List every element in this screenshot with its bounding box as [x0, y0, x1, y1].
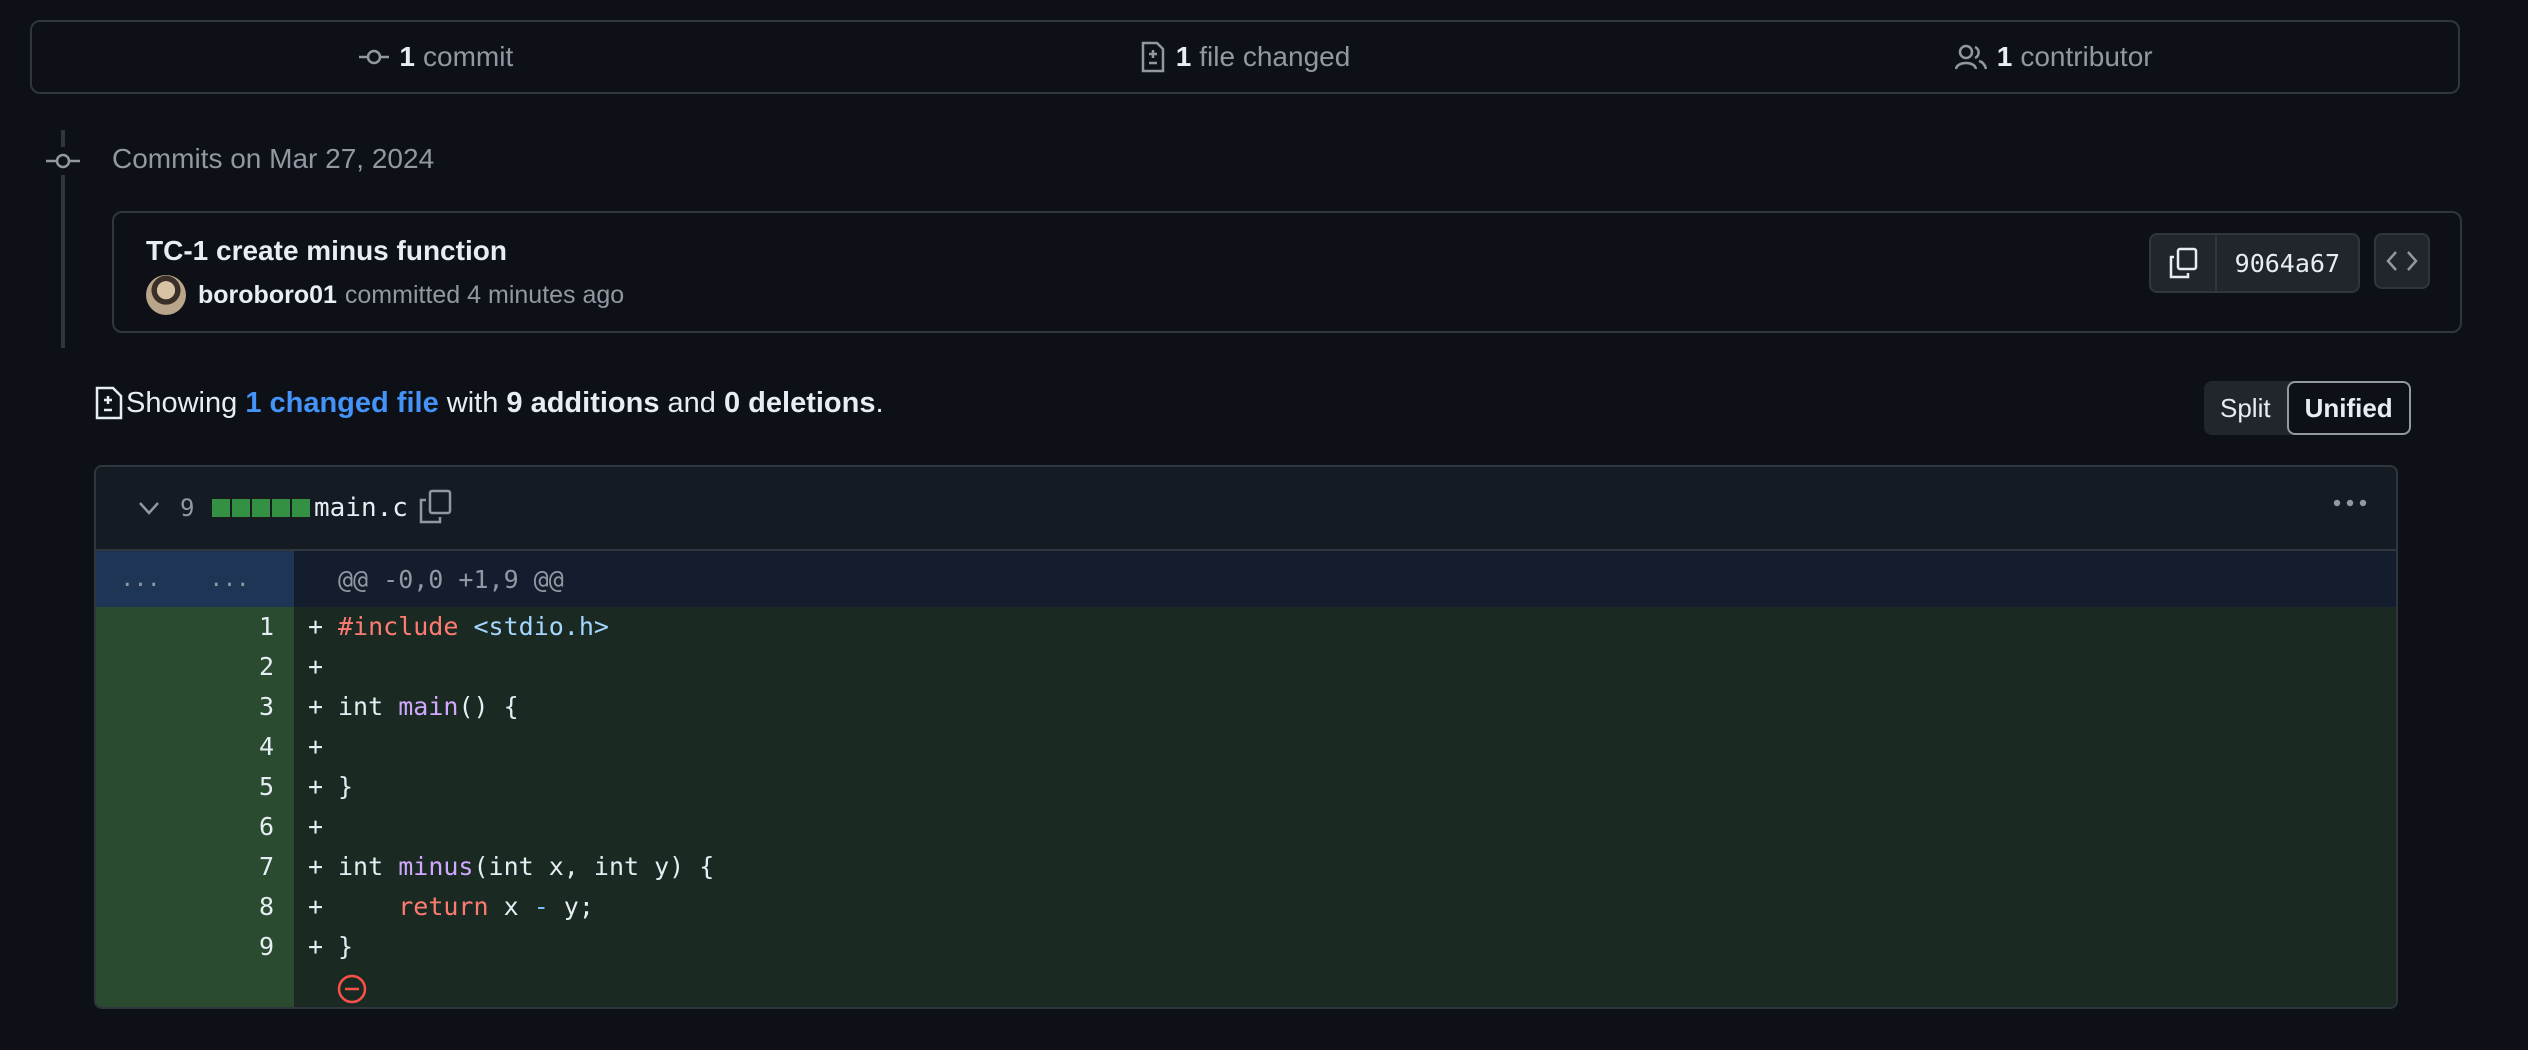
unified-view-button[interactable]: Unified [2286, 381, 2411, 435]
code-line: +} [294, 927, 2396, 967]
commit-author[interactable]: boroboro01 [198, 281, 337, 310]
summary-prefix: Showing [126, 386, 238, 419]
diff-line: 6 + [96, 807, 2396, 847]
code-line: + #include <stdio.h> [294, 607, 2396, 647]
code-line: + [294, 647, 2396, 687]
diff-line: 3 + int main() { [96, 687, 2396, 727]
file-diff-icon [1141, 41, 1164, 73]
contributors-label: contributor [2020, 41, 2153, 72]
files-count: 1 [1175, 41, 1192, 72]
commit-sha-link[interactable]: 9064a67 [2217, 235, 2358, 291]
diff-line: 5 +} [96, 767, 2396, 807]
code-line: + int main() { [294, 687, 2396, 727]
hunk-left-ellipsis: ... [120, 566, 161, 592]
hunk-header: @@ -0,0 +1,9 @@ [338, 564, 564, 594]
file-change-count: 9 [180, 494, 195, 522]
code-line: + [294, 727, 2396, 767]
diff-view-toggle: Split Unified [2204, 381, 2411, 435]
line-number[interactable]: 2 [96, 647, 294, 687]
commits-count: 1 [399, 41, 415, 72]
diff-line: 9 +} [96, 927, 2396, 967]
code-line: + int minus(int x, int y) { [294, 847, 2396, 887]
sha-group: 9064a67 [2148, 233, 2360, 293]
diffstat-blocks [212, 499, 310, 517]
summary-and: and [667, 386, 716, 419]
line-number[interactable]: 8 [96, 887, 294, 927]
git-commit-icon [46, 147, 80, 175]
diff-line: 8 + return x - y; [96, 887, 2396, 927]
no-newline-icon [337, 974, 367, 1004]
line-number[interactable]: 3 [96, 687, 294, 727]
line-number[interactable]: 9 [96, 927, 294, 967]
split-view-button[interactable]: Split [2204, 381, 2287, 435]
browse-repository-button[interactable] [2374, 233, 2430, 289]
code-line: +} [294, 767, 2396, 807]
code-line: + return x - y; [294, 887, 2396, 927]
diff-line: 2 + [96, 647, 2396, 687]
avatar[interactable] [146, 275, 186, 315]
summary-suffix: . [875, 386, 884, 419]
files-label: file changed [1199, 41, 1351, 72]
file-diff: 9 main.c ... ... @@ -0,0 +1,9 @@ 1 + #inc… [94, 465, 2398, 1009]
file-name[interactable]: main.c [314, 493, 408, 523]
files-stat[interactable]: 1 file changed [841, 41, 1650, 73]
diff-line: 7 + int minus(int x, int y) { [96, 847, 2396, 887]
deletions-count: 0 deletions [724, 386, 876, 419]
additions-count: 9 additions [506, 386, 660, 419]
line-number[interactable]: 4 [96, 727, 294, 767]
git-commit-icon [359, 49, 390, 65]
no-newline-row [96, 967, 2396, 1007]
copy-icon[interactable] [418, 489, 452, 525]
copy-icon [2169, 247, 2197, 279]
commit-meta: boroboro01 committed 4 minutes ago [146, 275, 624, 315]
line-number[interactable]: 7 [96, 847, 294, 887]
diff-line: 1 + #include <stdio.h> [96, 607, 2396, 647]
stats-bar: 1 commit 1 file changed 1 contributor [30, 20, 2460, 94]
diff-summary: Showing 1 changed file with 9 additions … [94, 386, 884, 420]
line-number[interactable]: 5 [96, 767, 294, 807]
code-icon [2386, 251, 2418, 271]
code-line: + [294, 807, 2396, 847]
summary-with: with [446, 386, 499, 419]
contributors-stat[interactable]: 1 contributor [1649, 41, 2458, 73]
hunk-header-row: ... ... @@ -0,0 +1,9 @@ [96, 551, 2396, 607]
file-diff-icon [95, 386, 123, 420]
contributors-count: 1 [1996, 41, 2013, 72]
kebab-horizontal-icon[interactable] [2332, 497, 2368, 509]
diff-line: 4 + [96, 727, 2396, 767]
copy-sha-button[interactable] [2151, 235, 2217, 291]
commit-card: TC-1 create minus function boroboro01 co… [112, 211, 2462, 333]
commits-date-heading: Commits on Mar 27, 2024 [112, 143, 435, 174]
commit-title[interactable]: TC-1 create minus function [146, 235, 507, 267]
commits-label: commit [423, 41, 514, 72]
file-header: 9 main.c [96, 467, 2396, 551]
hunk-right-ellipsis: ... [209, 566, 250, 592]
expand-hunk[interactable]: ... ... [96, 551, 294, 607]
commits-stat[interactable]: 1 commit [32, 41, 841, 73]
line-number[interactable]: 6 [96, 807, 294, 847]
commit-action: committed [344, 280, 461, 309]
chevron-down-icon[interactable] [136, 495, 162, 521]
people-icon [1954, 44, 1987, 70]
changed-files-link[interactable]: 1 changed file [245, 387, 438, 420]
commit-time: 4 minutes ago [467, 280, 625, 309]
line-number[interactable]: 1 [96, 607, 294, 647]
